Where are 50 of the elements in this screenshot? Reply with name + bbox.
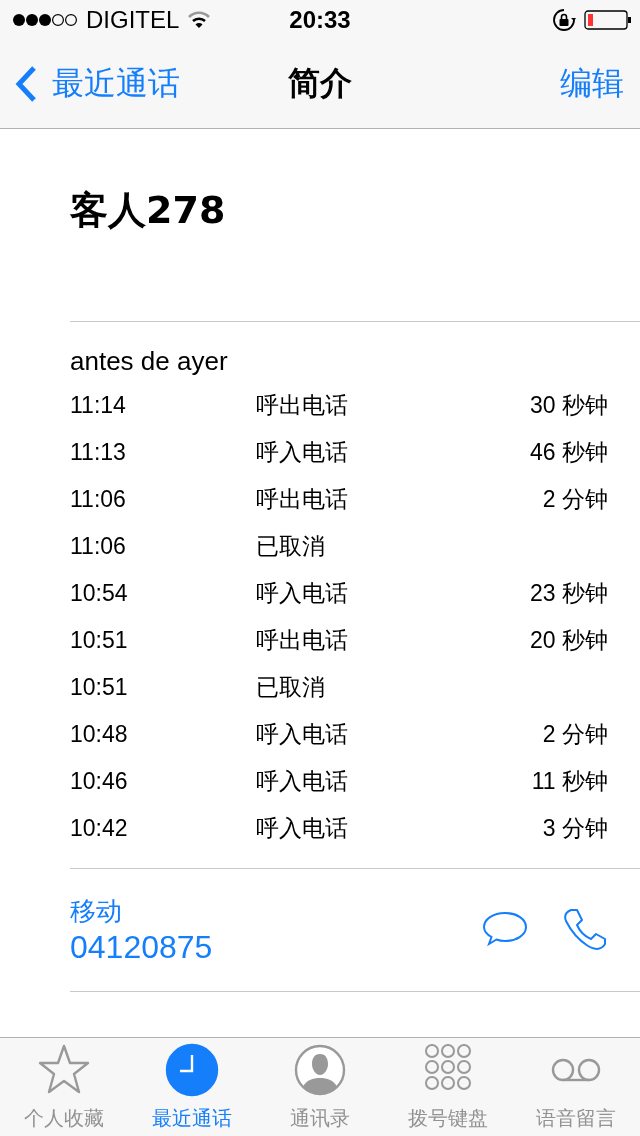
rotation-lock-icon bbox=[552, 8, 576, 32]
tab[interactable]: 语音留言 bbox=[512, 1038, 640, 1136]
call-duration: 2 分钟 bbox=[542, 720, 608, 749]
carrier-name: DIGITEL bbox=[86, 6, 180, 34]
call-time: 10:48 bbox=[70, 721, 129, 748]
call-type: 呼入电话 bbox=[256, 438, 349, 467]
call-duration: 23 秒钟 bbox=[530, 579, 608, 608]
call-type: 已取消 bbox=[256, 532, 326, 561]
status-time: 20:33 bbox=[289, 6, 351, 34]
call-type: 呼入电话 bbox=[256, 720, 349, 749]
clock-icon bbox=[165, 1043, 219, 1097]
call-date: antes de ayer bbox=[70, 346, 229, 378]
tab[interactable]: 最近通话 bbox=[128, 1038, 256, 1136]
call-type: 呼入电话 bbox=[256, 579, 349, 608]
signal-icon bbox=[12, 13, 78, 27]
call-time: 10:46 bbox=[70, 768, 129, 795]
call-time: 10:54 bbox=[70, 580, 129, 607]
wifi-icon bbox=[187, 11, 212, 29]
call-type: 呼出电话 bbox=[256, 485, 349, 514]
call-type: 呼出电话 bbox=[256, 626, 349, 655]
call-duration: 3 分钟 bbox=[542, 814, 608, 843]
call-type: 呼入电话 bbox=[256, 767, 349, 796]
call-time: 11:06 bbox=[70, 533, 127, 560]
call-time: 11:13 bbox=[70, 439, 127, 466]
call-duration: 2 分钟 bbox=[542, 485, 608, 514]
phone-number[interactable]: 04120875 bbox=[70, 929, 213, 966]
back-button[interactable]: 最近通话 bbox=[14, 62, 180, 106]
battery-icon bbox=[584, 9, 632, 31]
person-icon bbox=[293, 1043, 347, 1097]
contact-name: 客人278 bbox=[70, 187, 227, 233]
edit-button[interactable]: 编辑 bbox=[560, 62, 624, 106]
tab[interactable]: 拨号键盘 bbox=[384, 1038, 512, 1136]
call-type: 已取消 bbox=[256, 673, 326, 702]
tab[interactable]: 个人收藏 bbox=[0, 1038, 128, 1136]
call-time: 11:06 bbox=[70, 486, 127, 513]
call-time: 10:51 bbox=[70, 627, 129, 654]
call-type: 呼入电话 bbox=[256, 814, 349, 843]
call-time: 10:51 bbox=[70, 674, 129, 701]
call-duration: 30 秒钟 bbox=[530, 391, 608, 420]
phone-icon[interactable] bbox=[562, 907, 608, 953]
call-duration: 46 秒钟 bbox=[530, 438, 608, 467]
phone-label: 移动 bbox=[70, 895, 122, 928]
chevron-left-icon bbox=[14, 65, 38, 103]
call-duration: 20 秒钟 bbox=[530, 626, 608, 655]
tab[interactable]: 通讯录 bbox=[256, 1038, 384, 1136]
screen-title: 简介 bbox=[288, 63, 352, 104]
call-duration: 11 秒钟 bbox=[531, 767, 608, 796]
call-type: 呼出电话 bbox=[256, 391, 349, 420]
call-time: 11:14 bbox=[70, 392, 127, 419]
call-time: 10:42 bbox=[70, 815, 129, 842]
